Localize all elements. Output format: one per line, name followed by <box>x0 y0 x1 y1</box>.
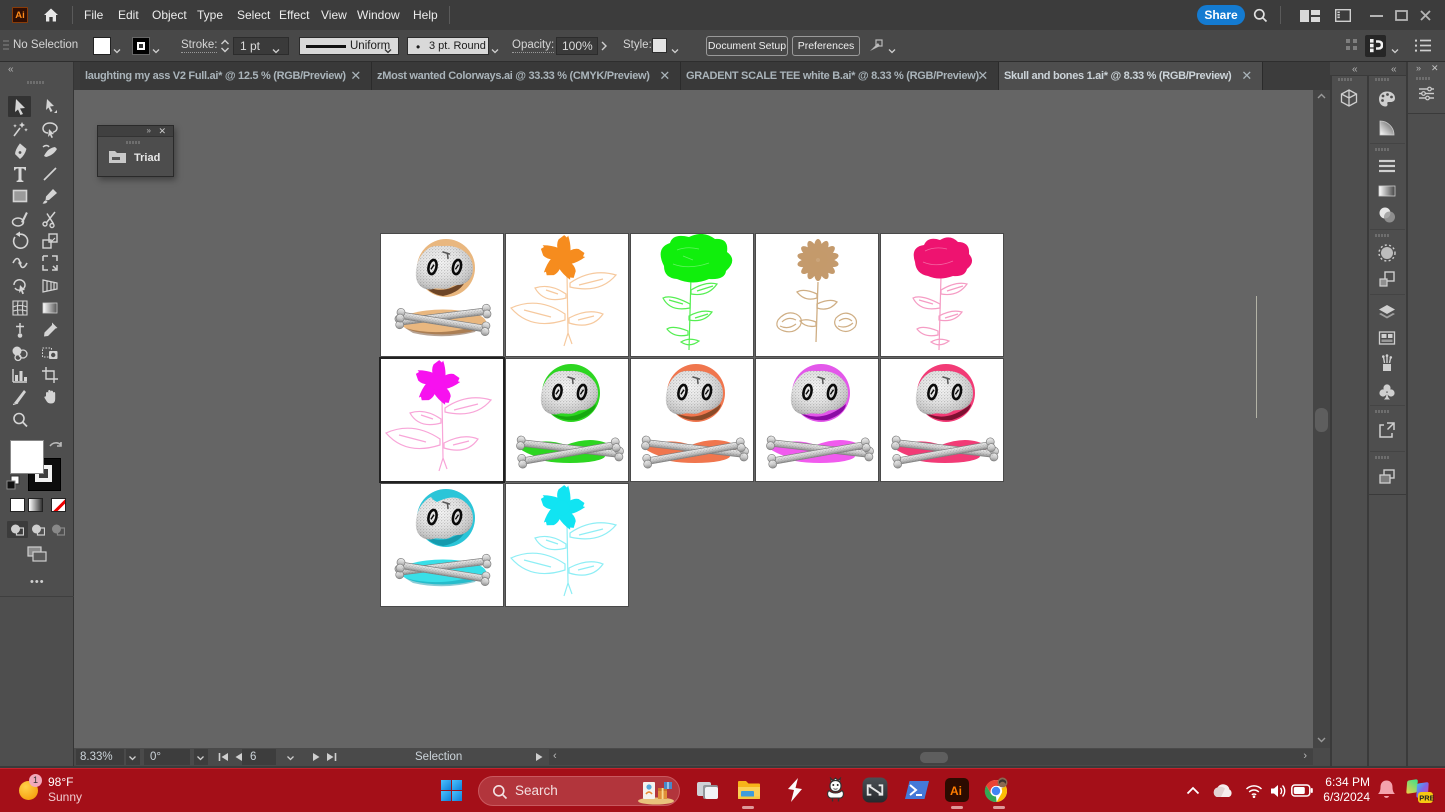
svg-text:PRE: PRE <box>1419 794 1434 803</box>
svg-text:Ai: Ai <box>950 784 962 798</box>
